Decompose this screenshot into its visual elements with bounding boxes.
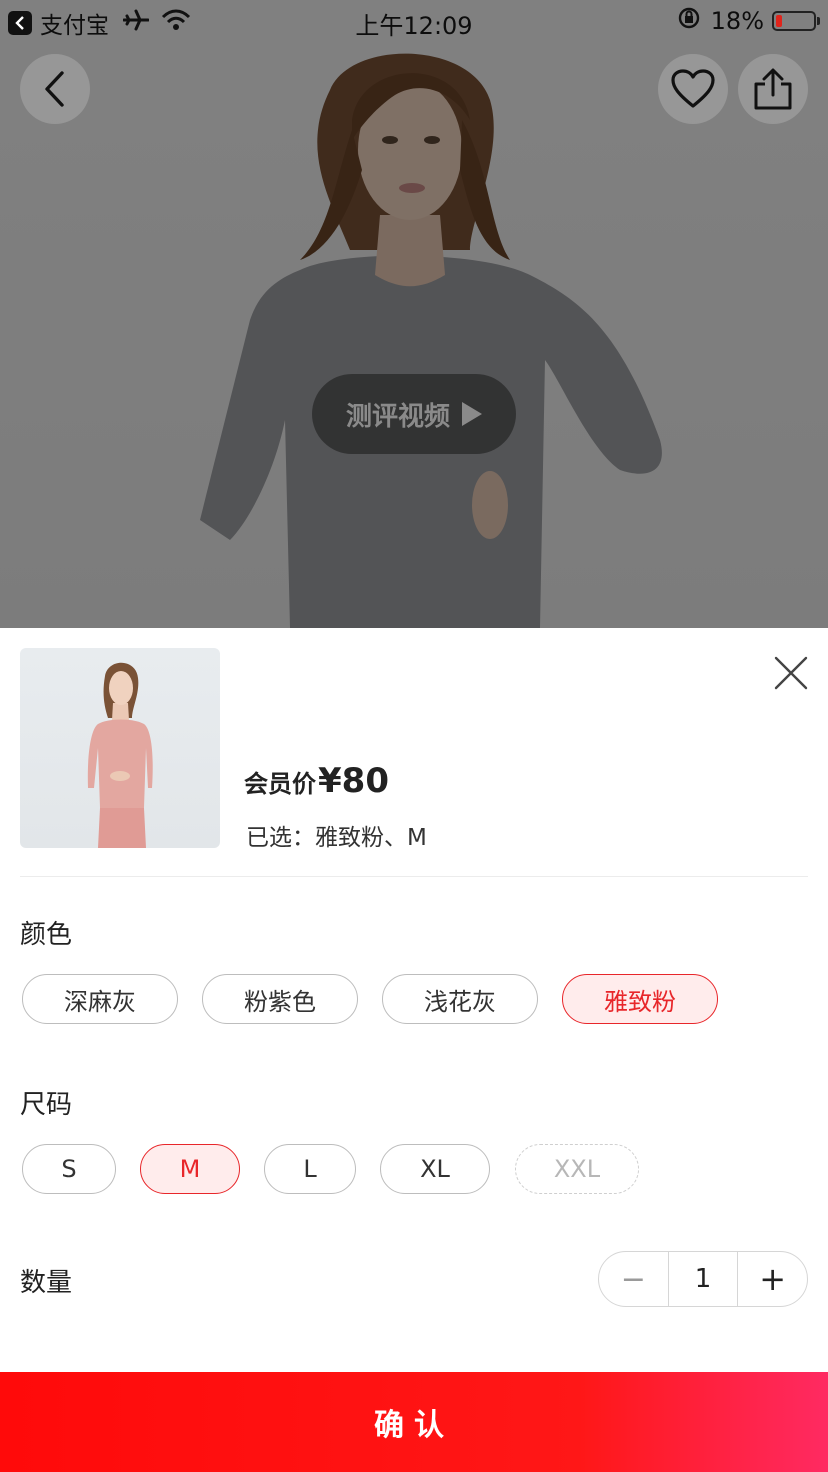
sku-selector-sheet: 会员价 ¥80 已选：雅致粉、M 颜色 深麻灰 粉紫色 浅花灰 雅致粉 尺码 S… bbox=[0, 628, 828, 1472]
back-arrow-icon bbox=[45, 71, 64, 107]
size-option-xxl: XXL bbox=[515, 1144, 639, 1194]
member-price: 会员价 ¥80 bbox=[244, 761, 389, 801]
favorite-button[interactable] bbox=[658, 54, 728, 124]
share-icon bbox=[754, 68, 792, 110]
product-hero-image: 支付宝 上午12:09 18% 测评视频 bbox=[0, 0, 828, 628]
color-option-2[interactable]: 浅花灰 bbox=[382, 974, 538, 1024]
size-option-s[interactable]: S bbox=[22, 1144, 116, 1194]
share-button[interactable] bbox=[738, 54, 808, 124]
rotation-lock-icon bbox=[677, 6, 701, 36]
close-button[interactable] bbox=[772, 654, 810, 692]
heart-icon bbox=[671, 69, 715, 108]
close-icon bbox=[774, 656, 808, 690]
battery-fill bbox=[776, 15, 782, 27]
size-section-title: 尺码 bbox=[20, 1090, 73, 1120]
size-option-l[interactable]: L bbox=[264, 1144, 356, 1194]
size-option-m[interactable]: M bbox=[140, 1144, 240, 1194]
quantity-increase-button[interactable]: + bbox=[738, 1252, 807, 1306]
battery-icon bbox=[772, 11, 820, 31]
selected-summary: 已选：雅致粉、M bbox=[246, 825, 427, 851]
play-icon bbox=[462, 402, 482, 426]
divider bbox=[20, 876, 808, 877]
product-thumbnail bbox=[20, 648, 220, 848]
quantity-section-title: 数量 bbox=[20, 1268, 73, 1298]
confirm-button[interactable]: 确认 bbox=[0, 1372, 828, 1472]
price-value: ¥80 bbox=[318, 761, 389, 801]
back-button[interactable] bbox=[20, 54, 90, 124]
price-label: 会员价 bbox=[244, 770, 316, 798]
battery-percent: 18% bbox=[710, 7, 764, 35]
size-option-xl[interactable]: XL bbox=[380, 1144, 490, 1194]
color-option-0[interactable]: 深麻灰 bbox=[22, 974, 178, 1024]
color-option-3[interactable]: 雅致粉 bbox=[562, 974, 718, 1024]
quantity-value[interactable]: 1 bbox=[667, 1252, 739, 1306]
color-section-title: 颜色 bbox=[20, 920, 73, 950]
quantity-decrease-button[interactable]: − bbox=[599, 1252, 668, 1306]
review-video-label: 测评视频 bbox=[345, 401, 450, 432]
status-bar-right: 18% bbox=[677, 6, 820, 36]
quantity-stepper: − 1 + bbox=[598, 1251, 808, 1307]
review-video-button[interactable]: 测评视频 bbox=[312, 374, 516, 454]
status-bar: 支付宝 上午12:09 18% bbox=[0, 0, 828, 42]
color-option-1[interactable]: 粉紫色 bbox=[202, 974, 358, 1024]
product-spec-screen: 支付宝 上午12:09 18% 测评视频 会员价 ¥80 已选：雅致粉、M 颜色… bbox=[0, 0, 828, 1472]
